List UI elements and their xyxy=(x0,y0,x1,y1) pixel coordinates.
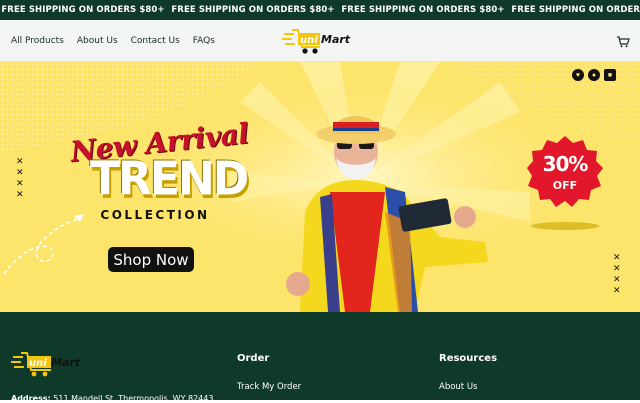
nav-about-us[interactable]: About Us xyxy=(77,36,118,46)
hero-banner: ♥ ● ■ ✕ ✕ ✕ ✕ ✕ ✕ ✕ ✕ New Arrival TREND COLLEC… xyxy=(0,62,640,312)
announcement-item: FREE SHIPPING ON ORDERS $80+ xyxy=(171,5,335,15)
address-value: 511 Mandell St, Thermopolis, WY 82443 xyxy=(53,394,214,403)
announcement-item: FREE SHIPPING ON ORDERS $80+ xyxy=(341,5,505,15)
nav-all-products[interactable]: All Products xyxy=(11,36,64,46)
logo-text-left: uni xyxy=(300,35,318,46)
x-pattern-right: ✕ ✕ ✕ ✕ xyxy=(613,253,621,296)
footer-logo[interactable]: uni Mart xyxy=(11,350,91,378)
record-icon[interactable]: ● xyxy=(588,69,600,81)
footer-col-title-order: Order xyxy=(237,353,270,364)
footer-link-track-order[interactable]: Track My Order xyxy=(237,382,301,392)
social-icons: ♥ ● ■ xyxy=(572,69,616,81)
nav-contact-us[interactable]: Contact Us xyxy=(131,36,180,46)
announcement-item: FREE SHIPPING ON ORDERS $80+ xyxy=(511,5,640,15)
address-label: Address: xyxy=(11,394,51,403)
main-nav: All Products About Us Contact Us FAQs xyxy=(11,20,215,62)
announcement-track: FREE SHIPPING ON ORDERS $80+ FREE SHIPPI… xyxy=(0,0,640,20)
site-logo[interactable]: uni Mart xyxy=(282,26,362,56)
site-header: All Products About Us Contact Us FAQs un… xyxy=(0,20,640,62)
shop-now-button[interactable]: Shop Now xyxy=(108,247,194,272)
footer-address: Address: 511 Mandell St, Thermopolis, WY… xyxy=(11,394,213,403)
logo-text-right: Mart xyxy=(321,33,351,46)
nav-faqs[interactable]: FAQs xyxy=(193,36,215,46)
announcement-item: FREE SHIPPING ON ORDERS $80+ xyxy=(1,5,165,15)
cart-logo-icon: uni Mart xyxy=(282,29,351,54)
square-icon[interactable]: ■ xyxy=(604,69,616,81)
cart-icon[interactable] xyxy=(616,35,630,48)
badge-percent: 30% xyxy=(542,152,589,176)
badge-off-label: OFF xyxy=(552,179,578,192)
headline-sub: COLLECTION xyxy=(100,208,210,222)
footer-logo-text-left: uni xyxy=(29,358,47,369)
footer-col-title-resources: Resources xyxy=(439,353,498,364)
announcement-bar: FREE SHIPPING ON ORDERS $80+ FREE SHIPPI… xyxy=(0,0,640,20)
headline-main: TREND xyxy=(90,152,249,207)
cart-logo-icon: uni Mart xyxy=(11,352,81,377)
footer-link-about-us[interactable]: About Us xyxy=(439,382,477,392)
heart-icon[interactable]: ♥ xyxy=(572,69,584,81)
site-footer: uni Mart Address: 511 Mandell St, Thermo… xyxy=(0,312,640,403)
x-pattern-left: ✕ ✕ ✕ ✕ xyxy=(16,157,24,200)
footer-logo-text-right: Mart xyxy=(51,356,81,369)
